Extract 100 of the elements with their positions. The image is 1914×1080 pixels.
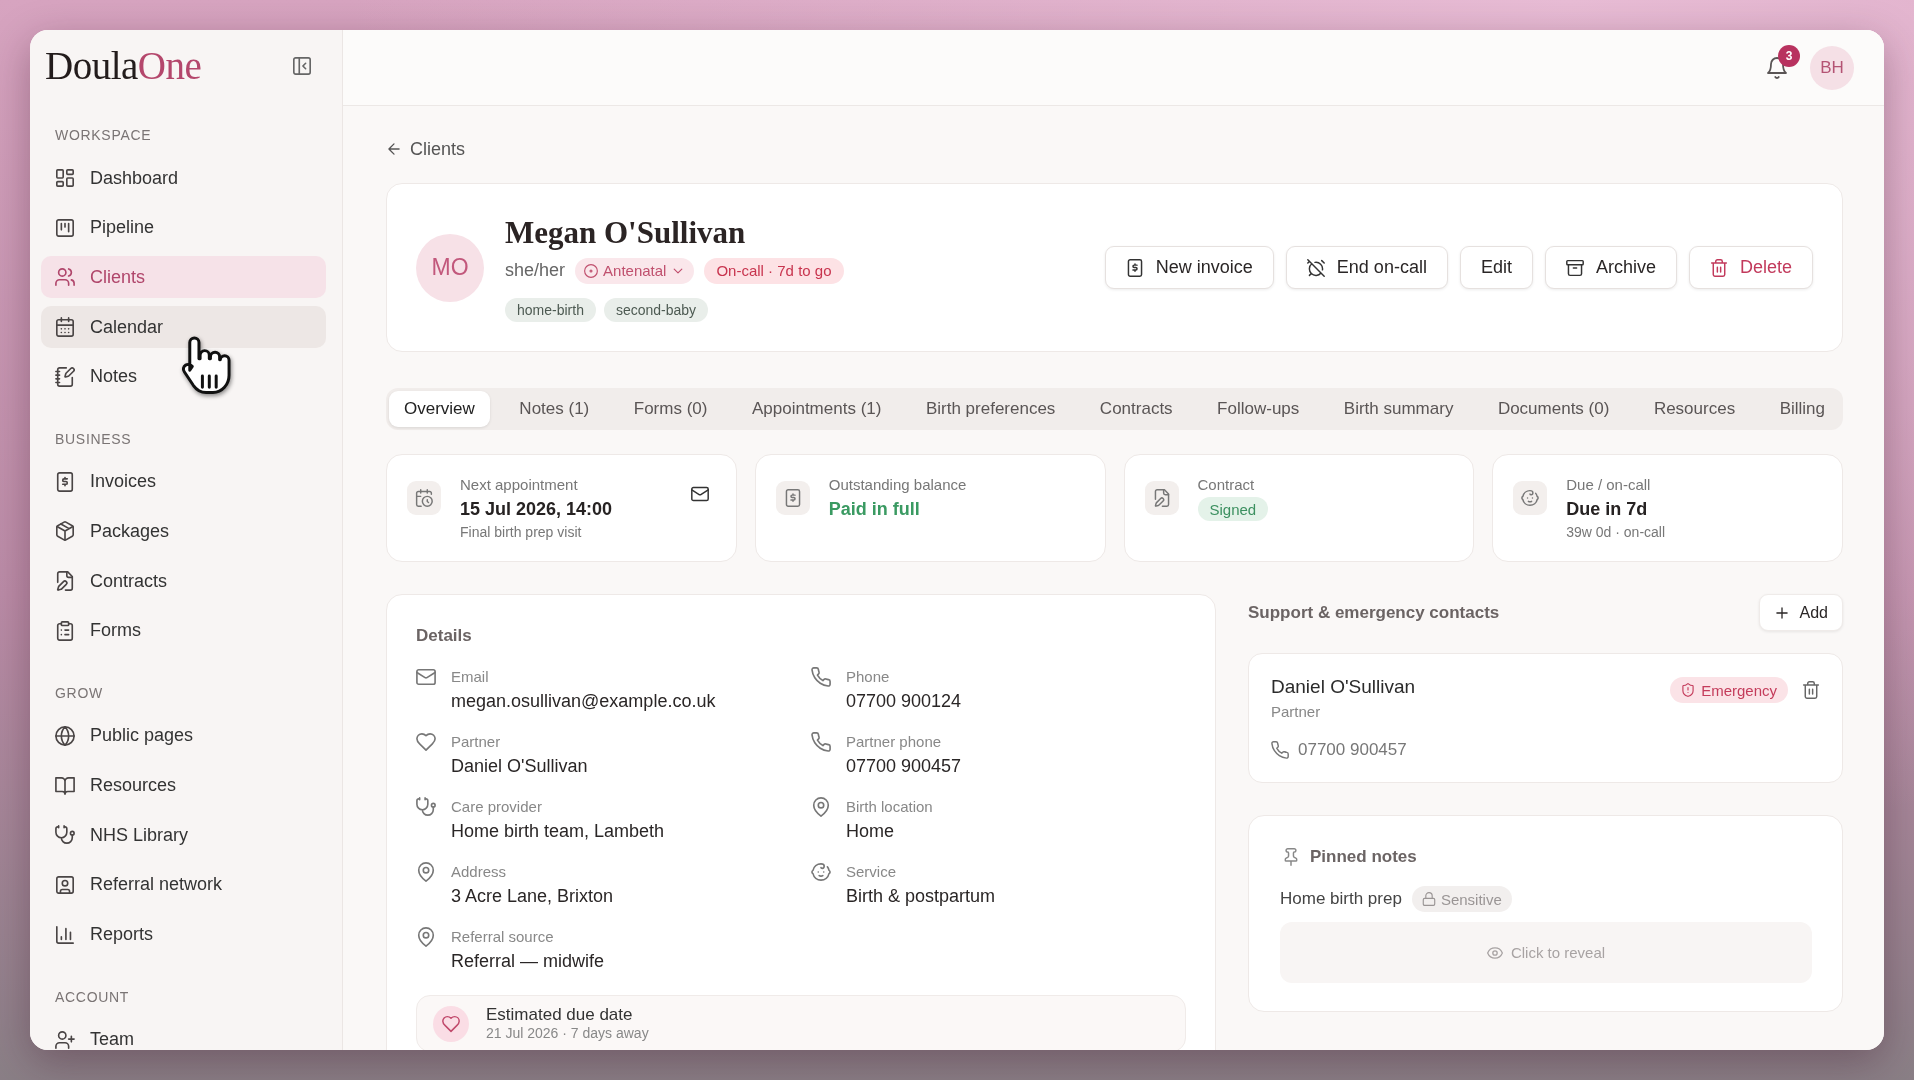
field-value: Home (846, 820, 894, 843)
field-label: Referral source (451, 927, 554, 946)
tab[interactable]: Appointments (1) (736, 391, 897, 427)
plus-icon (1773, 604, 1790, 621)
due-date-text: 21 Jul 2026 · 7 days away (486, 1025, 649, 1042)
kanban-board-icon (55, 217, 75, 238)
section-title: Pinned notes (1310, 846, 1417, 868)
sidebar-item[interactable]: Clients (41, 256, 326, 299)
clipboard-list-icon (55, 620, 75, 641)
archive-button[interactable]: Archive (1544, 246, 1677, 289)
trash-icon[interactable] (1802, 681, 1820, 699)
edit-button[interactable]: Edit (1459, 246, 1533, 289)
field-label: Email (451, 667, 489, 686)
sidebar-item[interactable]: Forms (41, 609, 326, 652)
sidebar-item[interactable]: Reports (41, 913, 326, 956)
field-label: Partner phone (846, 732, 942, 751)
sidebar-item[interactable]: Invoices (41, 460, 326, 503)
status-badge: Signed (1197, 497, 1269, 521)
mail-icon[interactable] (690, 485, 709, 503)
phone-icon (811, 667, 831, 687)
stage-dropdown[interactable]: Antenatal (575, 257, 695, 284)
map-pin-icon (811, 797, 831, 817)
tag-chip: home-birth (505, 297, 596, 322)
sidebar-item[interactable]: Resources (41, 764, 326, 807)
users-icon (55, 267, 75, 288)
back-link[interactable]: Clients (386, 138, 466, 160)
map-pin-icon (416, 862, 436, 882)
tab[interactable]: Forms (0) (618, 391, 723, 427)
card-label: Next appointment (460, 475, 578, 494)
field-value: Referral — midwife (451, 950, 605, 973)
open-book-icon (55, 775, 75, 796)
user-avatar[interactable]: BH (1810, 45, 1854, 90)
end-on-call-button[interactable]: End on-call (1285, 246, 1448, 289)
card-label: Contract (1197, 475, 1255, 494)
tab[interactable]: Notes (1) (504, 391, 605, 427)
add-button[interactable]: Add (1758, 594, 1843, 631)
heart-icon (416, 732, 436, 752)
phone-icon (1271, 741, 1289, 759)
sidebar-item[interactable]: Pipeline (41, 206, 326, 249)
tab[interactable]: Birth summary (1328, 391, 1469, 427)
sidebar-item[interactable]: Public pages (41, 714, 326, 757)
tab[interactable]: Resources (1638, 391, 1751, 427)
stethoscope-icon (55, 825, 75, 846)
sidebar-item[interactable]: Packages (41, 510, 326, 553)
tab[interactable]: Follow-ups (1202, 391, 1315, 427)
lock-icon (1421, 892, 1436, 906)
bell-icon[interactable] (1766, 56, 1788, 79)
calendar-clock-icon (407, 481, 441, 515)
tab[interactable]: Billing (1764, 391, 1840, 427)
sidebar-item[interactable]: Referral network (41, 863, 326, 906)
logo: DoulaOne (45, 44, 202, 88)
field-label: Address (451, 862, 507, 881)
sidebar-item[interactable]: Team (41, 1018, 326, 1050)
archive-icon (1565, 258, 1584, 277)
badge-label: Emergency (1701, 681, 1777, 699)
tab[interactable]: Birth preferences (910, 391, 1071, 427)
baby-face-icon (811, 862, 831, 882)
document-pen-icon (55, 571, 75, 592)
field-value: 3 Acre Lane, Brixton (451, 885, 614, 908)
tab[interactable]: Overview (389, 391, 490, 427)
field-label: Birth location (846, 797, 933, 816)
field-value: megan.osullivan@example.co.uk (451, 690, 716, 713)
field-value: Birth & postpartum (846, 885, 996, 908)
pushpin-icon (1282, 848, 1300, 866)
user-plus-icon (55, 1029, 75, 1050)
tab[interactable]: Contracts (1084, 391, 1188, 427)
sidebar-item[interactable]: Notes (41, 355, 326, 398)
card-label: Outstanding balance (828, 475, 967, 494)
section-label: ACCOUNT (54, 987, 130, 1006)
eye-icon (1486, 944, 1503, 961)
section-title: Support & emergency contacts (1248, 601, 1500, 624)
section-label: GROW (54, 683, 103, 702)
notebook-pen-icon (55, 366, 75, 387)
contact-relation: Partner (1271, 703, 1321, 721)
field-value: 07700 900457 (846, 755, 962, 778)
mail-icon (416, 667, 436, 687)
pronouns: she/her (505, 260, 566, 281)
dollar-document-icon (1125, 258, 1144, 277)
card-subtitle: Final birth prep visit (460, 523, 582, 541)
contact-phone: 07700 900457 (1298, 739, 1407, 761)
sidebar-item[interactable]: Contracts (41, 560, 326, 603)
field-value: 07700 900124 (846, 690, 962, 713)
card-value: 15 Jul 2026, 14:00 (460, 498, 613, 521)
bar-chart-icon (55, 924, 75, 945)
client-name: Megan O'Sullivan (505, 213, 746, 252)
sidebar-item[interactable]: NHS Library (41, 814, 326, 857)
calendar-icon (55, 317, 75, 338)
client-avatar: MO (416, 233, 484, 302)
sidebar-item[interactable]: Dashboard (41, 157, 326, 199)
sidebar-item[interactable]: Calendar (41, 306, 326, 349)
card-label: Due / on-call (1566, 475, 1651, 494)
alarm-off-icon (1306, 258, 1325, 277)
sidebar-toggle-icon[interactable] (292, 56, 312, 76)
tab[interactable]: Documents (0) (1482, 391, 1625, 427)
due-date-title: Estimated due date (486, 1005, 633, 1025)
contact-name: Daniel O'Sullivan (1271, 675, 1416, 699)
on-call-badge: On-call · 7d to go (704, 257, 844, 284)
globe-icon (55, 725, 75, 746)
delete-button[interactable]: Delete (1688, 246, 1813, 289)
new-invoice-button[interactable]: New invoice (1104, 246, 1274, 289)
